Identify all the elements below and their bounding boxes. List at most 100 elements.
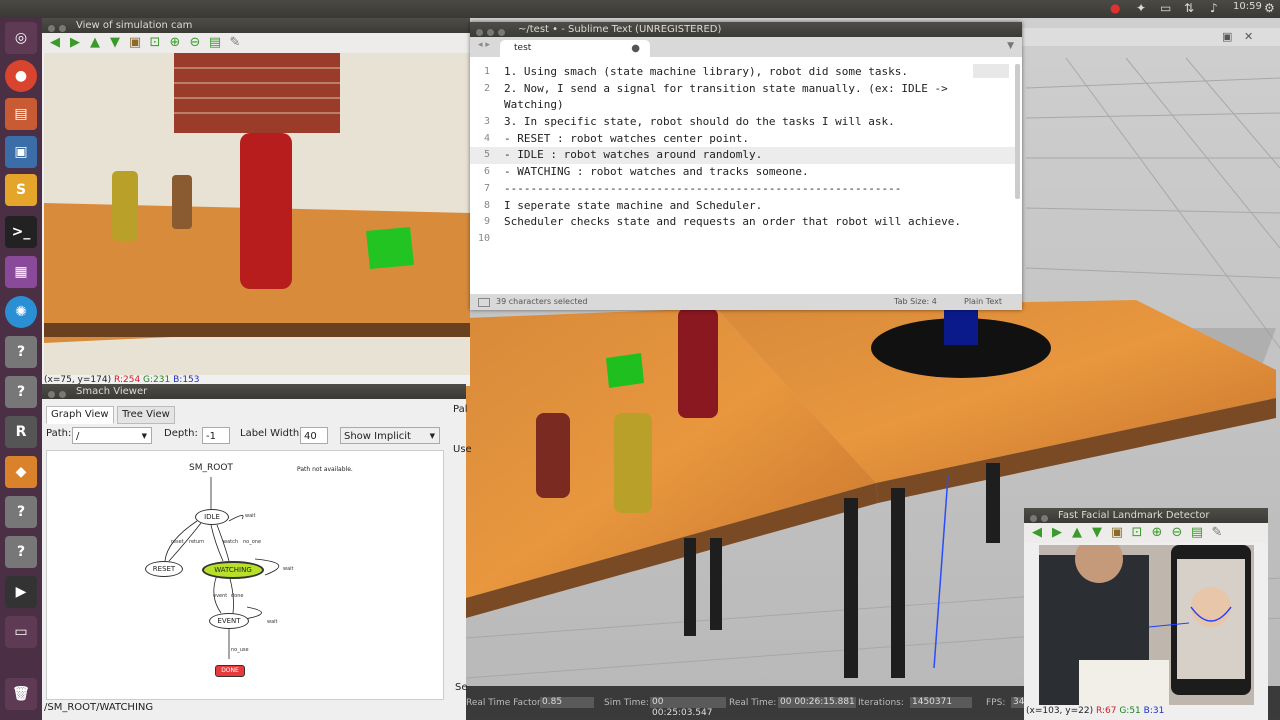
- image-icon[interactable]: ▣: [128, 36, 142, 50]
- sublime-icon[interactable]: S: [5, 174, 37, 206]
- path-combobox[interactable]: / ▼: [72, 427, 152, 444]
- arrow-left-icon[interactable]: ◀: [48, 36, 62, 50]
- record-icon[interactable]: ●: [1110, 1, 1120, 15]
- show-implicit-button[interactable]: Show Implicit ▼: [340, 427, 440, 444]
- edge-label: wait: [283, 566, 294, 572]
- wifi-icon[interactable]: ⇅: [1184, 1, 1194, 15]
- state-reset[interactable]: RESET: [145, 561, 183, 577]
- tab-dirty-indicator[interactable]: ●: [631, 40, 640, 57]
- code-line-selected: - IDLE : robot watches around randomly.: [504, 148, 763, 162]
- settings-icon[interactable]: ✎: [1210, 526, 1224, 540]
- tab-dropdown-icon[interactable]: ▼: [1007, 41, 1014, 51]
- panel-icon[interactable]: [478, 298, 490, 307]
- unknown-app-icon[interactable]: ?: [5, 536, 37, 568]
- window-controls[interactable]: [48, 22, 70, 37]
- tab-size-button[interactable]: Tab Size: 4: [894, 294, 937, 310]
- syntax-button[interactable]: Plain Text: [964, 294, 1002, 310]
- zoom-out-icon[interactable]: ⊖: [188, 36, 202, 50]
- current-state-path: /SM_ROOT/WATCHING: [44, 702, 154, 713]
- tab-graph-view[interactable]: Graph View: [46, 406, 114, 424]
- state-idle[interactable]: IDLE: [195, 509, 229, 525]
- window-controls[interactable]: [1030, 512, 1052, 527]
- sim-time-value: 00 00:25:03.547: [650, 697, 726, 718]
- smach-titlebar[interactable]: Smach Viewer: [42, 384, 466, 399]
- zoom-in-icon[interactable]: ⊕: [168, 36, 182, 50]
- workspace-icon[interactable]: ▦: [5, 256, 37, 288]
- depth-spinbox[interactable]: -1: [202, 427, 230, 444]
- minimap[interactable]: [973, 64, 1009, 78]
- line-number: 3: [483, 116, 490, 128]
- face-titlebar[interactable]: Fast Facial Landmark Detector: [1024, 508, 1268, 523]
- ubuntu-icon[interactable]: ◎: [5, 22, 37, 54]
- zoom-out-icon[interactable]: ⊖: [1170, 526, 1184, 540]
- state-machine-graph[interactable]: SM_ROOT Path not available. IDLE RESET W…: [46, 450, 444, 700]
- tab-test[interactable]: test ●: [500, 40, 650, 57]
- chrome-icon[interactable]: ●: [5, 60, 37, 92]
- keyboard-icon[interactable]: ▭: [1160, 1, 1171, 15]
- label-width-spinbox[interactable]: 40: [300, 427, 328, 444]
- window-controls[interactable]: [48, 388, 70, 403]
- code-line: Scheduler checks state and requests an o…: [504, 215, 961, 229]
- tab-tree-view[interactable]: Tree View: [117, 406, 175, 424]
- pixel-b: B:31: [1143, 706, 1165, 716]
- line-number: 7: [483, 182, 490, 194]
- rtf-label: Real Time Factor:: [466, 698, 544, 708]
- root-label: SM_ROOT: [189, 463, 233, 473]
- show-implicit-label: Show Implicit: [344, 431, 411, 442]
- unknown-app-icon[interactable]: ?: [5, 336, 37, 368]
- sublime-titlebar[interactable]: ~/test • - Sublime Text (UNREGISTERED): [470, 22, 1022, 37]
- vertical-scrollbar[interactable]: [1015, 64, 1020, 199]
- arrow-down-icon[interactable]: ▼: [1090, 526, 1104, 540]
- arrow-right-icon[interactable]: ▶: [1050, 526, 1064, 540]
- trash-icon[interactable]: 🗑: [5, 678, 37, 710]
- line-number: 4: [483, 132, 490, 144]
- state-watching[interactable]: WATCHING: [202, 561, 264, 579]
- code-line: 1. Using smach (state machine library), …: [504, 65, 908, 78]
- image-icon[interactable]: ▣: [1110, 526, 1124, 540]
- state-event[interactable]: EVENT: [209, 613, 249, 629]
- line-number: 8: [483, 199, 490, 211]
- editor-text-area[interactable]: 1 1. Using smach (state machine library),…: [470, 64, 1015, 294]
- clock[interactable]: 10:59: [1233, 1, 1262, 12]
- gazebo-icon[interactable]: ✺: [5, 296, 37, 328]
- fit-icon[interactable]: ⊡: [148, 36, 162, 50]
- state-done[interactable]: DONE: [215, 665, 245, 677]
- window-icon[interactable]: ▭: [5, 616, 37, 648]
- arrow-left-icon[interactable]: ◀: [1030, 526, 1044, 540]
- video-icon[interactable]: ▶: [5, 576, 37, 608]
- real-time-value: 00 00:26:15.881: [778, 697, 856, 708]
- zoom-in-icon[interactable]: ⊕: [1150, 526, 1164, 540]
- unknown-app-icon[interactable]: ?: [5, 376, 37, 408]
- face-title: Fast Facial Landmark Detector: [1058, 510, 1210, 521]
- volume-icon[interactable]: ♪: [1210, 1, 1218, 15]
- code-line: 3. In specific state, robot should do th…: [504, 115, 895, 129]
- files-icon[interactable]: ▤: [5, 98, 37, 130]
- edge-label: done: [231, 593, 244, 599]
- launcher: ◎ ● ▤ ▣ S >_ ▦ ✺ ? ? R ◆ ? ? ▶ ▭ 🗑: [0, 18, 42, 720]
- line-number: 1: [483, 66, 490, 77]
- unknown-app-icon[interactable]: ?: [5, 496, 37, 528]
- sim-cam-titlebar[interactable]: View of simulation cam: [42, 18, 470, 33]
- code-line: - RESET : robot watches center point.: [504, 131, 750, 145]
- line-number: 2: [483, 82, 490, 94]
- save-icon[interactable]: ▤: [1190, 526, 1204, 540]
- face-toolbar: ◀ ▶ ▲ ▼ ▣ ⊡ ⊕ ⊖ ▤ ✎: [1024, 523, 1268, 543]
- arrow-up-icon[interactable]: ▲: [1070, 526, 1084, 540]
- settings-icon[interactable]: ✎: [228, 36, 242, 50]
- arrow-right-icon[interactable]: ▶: [68, 36, 82, 50]
- side-label: Pal: [453, 404, 468, 415]
- package-icon[interactable]: ◆: [5, 456, 37, 488]
- save-icon[interactable]: ▤: [208, 36, 222, 50]
- dropbox-icon[interactable]: ✦: [1136, 1, 1146, 15]
- rviz-icon[interactable]: R: [5, 416, 37, 448]
- remote-icon[interactable]: ▣: [5, 136, 37, 168]
- tab-nav-icon[interactable]: ◂ ▸: [478, 40, 490, 50]
- edge-label: no_one: [243, 539, 262, 545]
- arrow-down-icon[interactable]: ▼: [108, 36, 122, 50]
- terminal-icon[interactable]: >_: [5, 216, 37, 248]
- fit-icon[interactable]: ⊡: [1130, 526, 1144, 540]
- power-icon[interactable]: ⚙: [1264, 1, 1275, 15]
- fps-label: FPS:: [986, 698, 1006, 708]
- arrow-up-icon[interactable]: ▲: [88, 36, 102, 50]
- depth-value: -1: [206, 431, 216, 442]
